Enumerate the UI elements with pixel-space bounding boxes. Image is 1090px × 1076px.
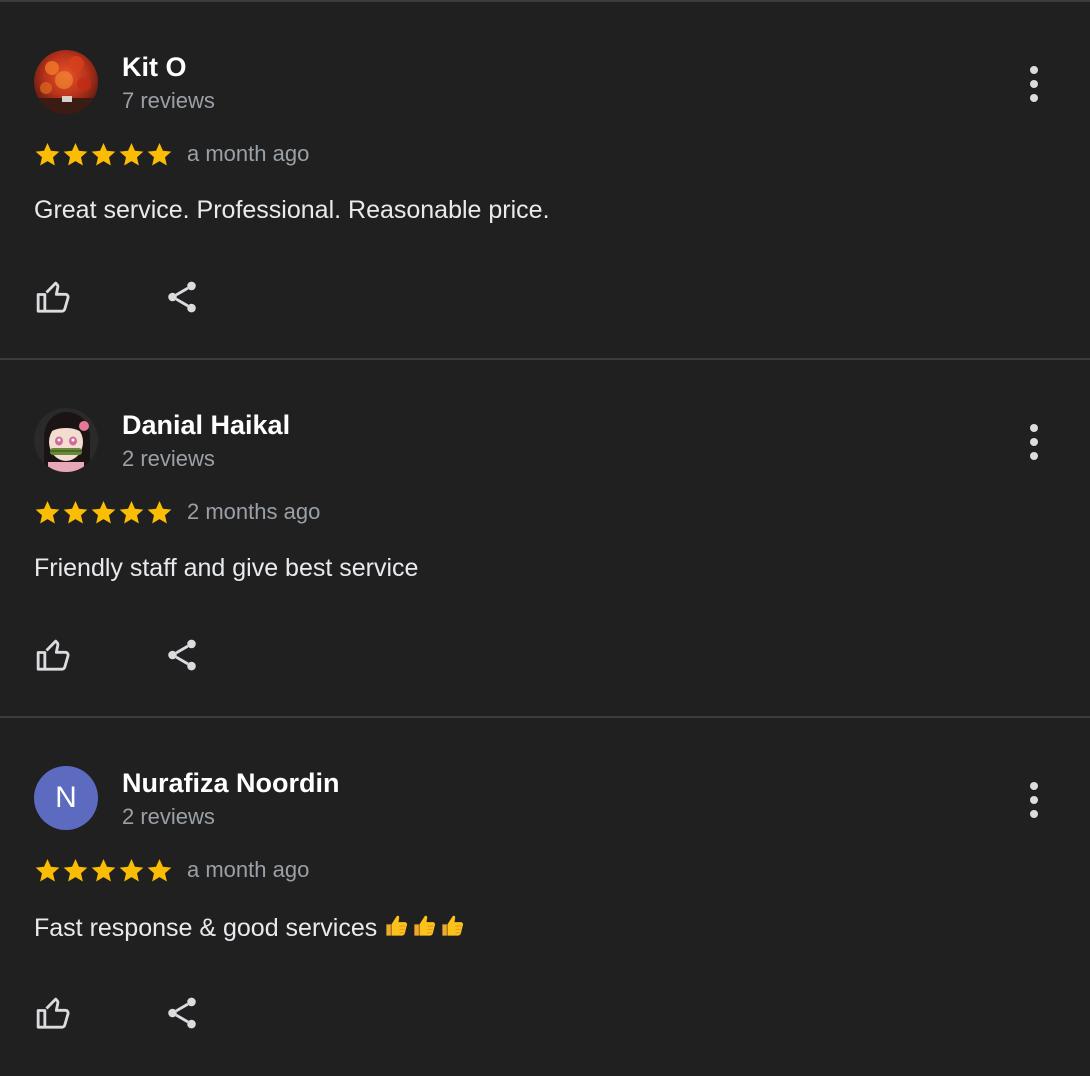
review-text: Friendly staff and give best service <box>34 554 418 583</box>
review-count: 2 reviews <box>122 446 215 471</box>
star-icon <box>34 141 61 168</box>
review-text: Great service. Professional. Reasonable … <box>34 196 550 225</box>
more-vert-icon <box>1014 776 1054 824</box>
share-button[interactable] <box>159 990 205 1036</box>
review-count: 2 reviews <box>122 804 215 829</box>
more-vert-icon <box>1014 418 1054 466</box>
reviewer-name[interactable]: Danial Haikal <box>122 410 290 441</box>
more-options-button[interactable] <box>1014 776 1054 824</box>
review-count: 7 reviews <box>122 88 215 113</box>
review-time: a month ago <box>187 141 310 166</box>
thumbs-up-icon <box>34 277 74 317</box>
share-icon <box>163 278 201 316</box>
star-icon <box>90 857 117 884</box>
like-button[interactable] <box>31 990 77 1036</box>
review-text: Fast response & good services <box>34 912 467 943</box>
share-button[interactable] <box>159 632 205 678</box>
review-text-content: Great service. Professional. Reasonable … <box>34 196 550 224</box>
review-card: Kit O 7 reviews a month ago Great servic… <box>0 2 1090 360</box>
star-icon <box>62 857 89 884</box>
share-icon <box>163 994 201 1032</box>
review-card: Danial Haikal 2 reviews 2 months ago Fri… <box>0 360 1090 718</box>
review-text-content: Friendly staff and give best service <box>34 554 419 582</box>
star-rating <box>34 499 173 526</box>
avatar-photo <box>34 50 98 114</box>
review-list: Kit O 7 reviews a month ago Great servic… <box>0 0 1090 1068</box>
thumbs-up-emoji-icon <box>411 912 438 939</box>
thumbs-up-emoji-icon <box>383 912 410 939</box>
star-icon <box>146 857 173 884</box>
review-time: a month ago <box>187 857 310 882</box>
review-card: N Nurafiza Noordin 2 reviews a month ago… <box>0 718 1090 1076</box>
avatar[interactable]: N <box>34 766 98 830</box>
star-icon <box>146 499 173 526</box>
share-button[interactable] <box>159 274 205 320</box>
thumbs-up-icon <box>34 635 74 675</box>
star-icon <box>118 141 145 168</box>
rating-row: a month ago <box>34 138 309 170</box>
star-icon <box>62 141 89 168</box>
share-icon <box>163 636 201 674</box>
reviewer-name[interactable]: Kit O <box>122 52 187 83</box>
star-icon <box>146 141 173 168</box>
review-text-content: Fast response & good services <box>34 914 378 942</box>
review-time: 2 months ago <box>187 499 321 524</box>
more-options-button[interactable] <box>1014 60 1054 108</box>
reviewer-name[interactable]: Nurafiza Noordin <box>122 768 340 799</box>
star-icon <box>90 499 117 526</box>
like-button[interactable] <box>31 274 77 320</box>
avatar[interactable] <box>34 408 98 472</box>
like-button[interactable] <box>31 632 77 678</box>
more-vert-icon <box>1014 60 1054 108</box>
star-icon <box>62 499 89 526</box>
star-icon <box>118 857 145 884</box>
thumbs-up-emoji-group <box>383 912 467 939</box>
thumbs-up-icon <box>34 993 74 1033</box>
avatar-photo <box>34 408 98 472</box>
rating-row: a month ago <box>34 854 309 886</box>
avatar[interactable] <box>34 50 98 114</box>
star-rating <box>34 141 173 168</box>
star-icon <box>34 857 61 884</box>
avatar-letter: N <box>55 781 77 814</box>
more-options-button[interactable] <box>1014 418 1054 466</box>
star-icon <box>90 141 117 168</box>
thumbs-up-emoji-icon <box>439 912 466 939</box>
star-icon <box>34 499 61 526</box>
star-icon <box>118 499 145 526</box>
star-rating <box>34 857 173 884</box>
rating-row: 2 months ago <box>34 496 320 528</box>
